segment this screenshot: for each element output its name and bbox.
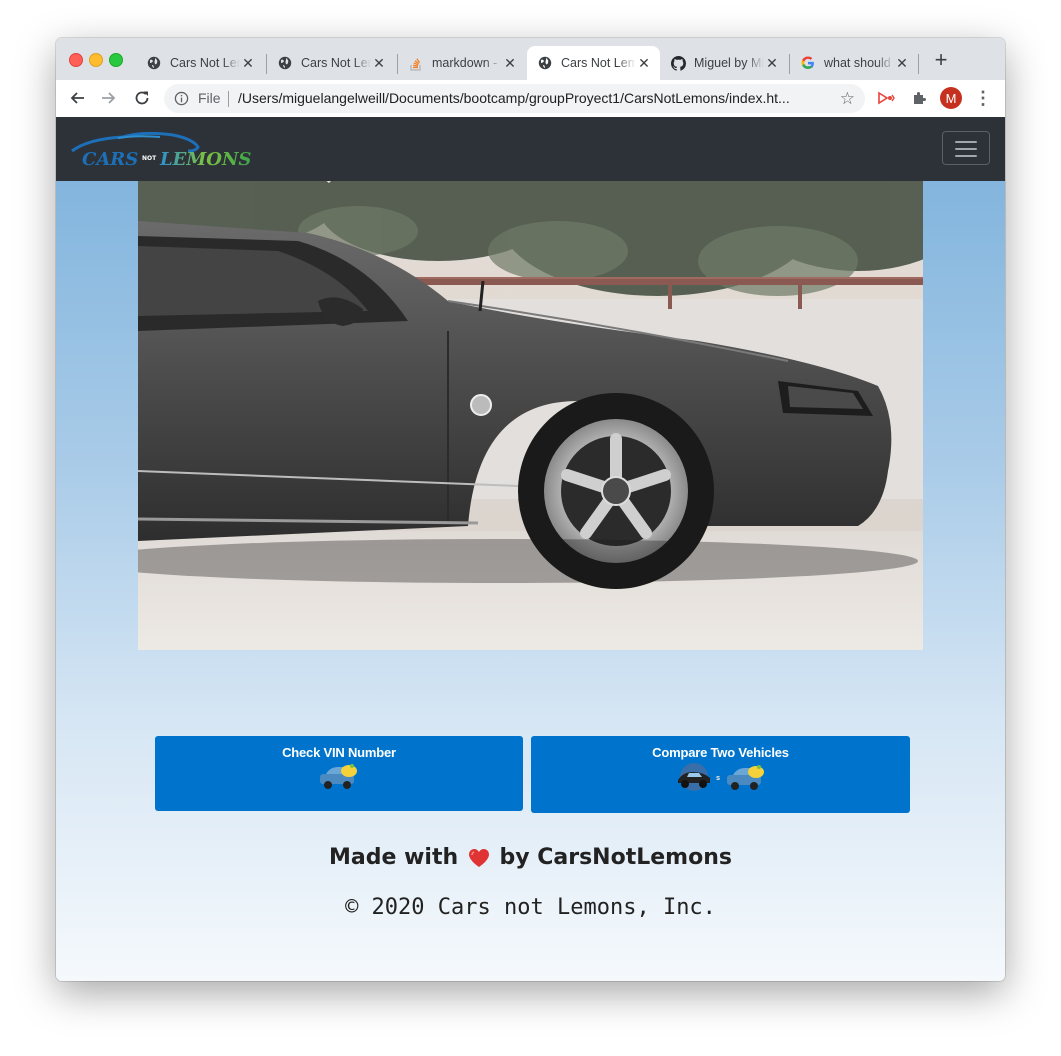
- heart-icon: [468, 849, 489, 867]
- forward-button[interactable]: [99, 88, 119, 108]
- compare-vehicles-button[interactable]: Compare Two Vehicles s: [531, 736, 910, 813]
- hamburger-line: [955, 141, 977, 143]
- back-button[interactable]: [67, 88, 87, 108]
- tab-cars-not-lemons-2[interactable]: Cars Not Lemons ✕: [267, 46, 395, 80]
- tab-strip: Cars Not Lemons ✕ Cars Not Lemons ✕ mark…: [56, 38, 1005, 80]
- tab-markdown[interactable]: markdown - Stack Overflow ✕: [398, 46, 526, 80]
- minimize-window-button[interactable]: [89, 53, 103, 67]
- close-tab-icon[interactable]: ✕: [371, 55, 387, 71]
- tab-title: Miguel by Miguel: [694, 56, 764, 70]
- google-icon: [800, 55, 816, 71]
- compare-vehicles-label: Compare Two Vehicles: [652, 745, 789, 760]
- made-with-love-text: Made with by CarsNotLemons: [56, 845, 1005, 870]
- made-with-label: Made with: [329, 845, 459, 870]
- browser-window: Cars Not Lemons ✕ Cars Not Lemons ✕ mark…: [56, 38, 1005, 981]
- svg-text:s: s: [716, 774, 720, 782]
- tab-divider: [918, 54, 919, 74]
- cars-not-lemons-logo[interactable]: CARS NOT LEMONS: [68, 127, 258, 173]
- close-tab-icon[interactable]: ✕: [894, 55, 910, 71]
- globe-icon: [277, 55, 293, 71]
- tab-title: what should: [824, 56, 891, 70]
- scheme-label: File: [198, 90, 221, 106]
- by-carsnotlemons-label: by CarsNotLemons: [499, 845, 732, 870]
- page-content: CARS NOT LEMONS Check VIN Number Compare…: [56, 117, 1005, 981]
- info-icon[interactable]: [174, 91, 189, 106]
- hamburger-line: [955, 155, 977, 157]
- navbar-toggler-button[interactable]: [942, 131, 990, 165]
- close-tab-icon[interactable]: ✕: [636, 55, 652, 71]
- address-bar[interactable]: File /Users/miguelangelweill/Documents/b…: [164, 84, 865, 113]
- logo-cars-text: CARS: [82, 149, 138, 170]
- site-navbar: CARS NOT LEMONS: [56, 117, 1005, 181]
- check-vin-button[interactable]: Check VIN Number: [155, 736, 523, 811]
- new-tab-button[interactable]: +: [931, 49, 951, 71]
- copyright-text: © 2020 Cars not Lemons, Inc.: [345, 895, 716, 920]
- url-text[interactable]: /Users/miguelangelweill/Documents/bootca…: [238, 90, 828, 106]
- sports-car-icon: [677, 763, 710, 791]
- github-icon: [670, 55, 686, 71]
- close-window-button[interactable]: [69, 53, 83, 67]
- reload-button[interactable]: [132, 88, 152, 108]
- tab-title: Cars Not Lemons: [170, 56, 240, 70]
- browser-toolbar: File /Users/miguelangelweill/Documents/b…: [56, 80, 1005, 118]
- cast-extension-icon[interactable]: [875, 87, 897, 109]
- close-tab-icon[interactable]: ✕: [240, 55, 256, 71]
- lemon-car-icon: [320, 764, 357, 789]
- logo-lemons-text: LEMONS: [159, 149, 251, 170]
- tab-title: Cars Not Lemons: [301, 56, 371, 70]
- tab-google-search[interactable]: what should ✕: [790, 46, 918, 80]
- back-arrow-icon: [70, 92, 84, 104]
- globe-icon: [537, 55, 553, 71]
- extensions-puzzle-icon[interactable]: [908, 87, 930, 109]
- hero-car-image: [138, 181, 923, 650]
- close-tab-icon[interactable]: ✕: [764, 55, 780, 71]
- bookmark-star-icon[interactable]: ☆: [840, 89, 855, 109]
- profile-avatar[interactable]: M: [940, 87, 962, 109]
- tab-title: markdown - Stack Overflow: [432, 56, 502, 70]
- tab-title: Cars Not Lemons: [561, 56, 636, 70]
- hamburger-line: [955, 148, 977, 150]
- check-vin-label: Check VIN Number: [282, 745, 396, 760]
- stackoverflow-icon: [408, 55, 424, 71]
- reload-icon: [135, 91, 149, 105]
- zoom-window-button[interactable]: [109, 53, 123, 67]
- tab-cars-not-lemons-1[interactable]: Cars Not Lemons ✕: [136, 46, 264, 80]
- versus-icon: s: [716, 774, 720, 782]
- more-menu-icon[interactable]: ⋮: [972, 87, 994, 109]
- forward-arrow-icon: [102, 92, 116, 104]
- logo-not-text: NOT: [142, 155, 157, 162]
- globe-icon: [146, 55, 162, 71]
- lemon-car-icon: [726, 765, 764, 790]
- tab-github-miguel[interactable]: Miguel by Miguel ✕: [660, 46, 788, 80]
- address-divider: [228, 91, 229, 107]
- close-tab-icon[interactable]: ✕: [502, 55, 518, 71]
- tab-cars-not-lemons-active[interactable]: Cars Not Lemons ✕: [527, 46, 660, 80]
